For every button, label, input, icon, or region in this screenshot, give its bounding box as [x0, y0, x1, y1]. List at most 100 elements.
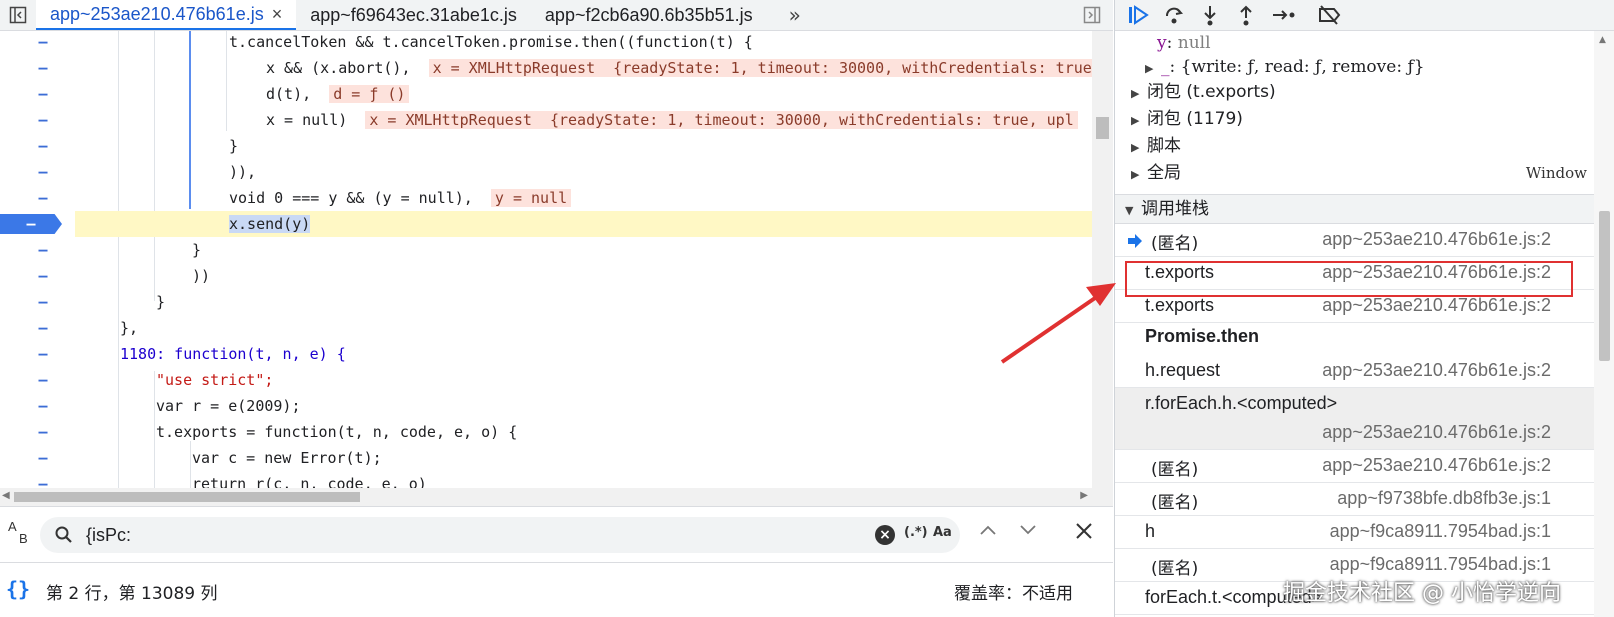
- resume-icon[interactable]: [1125, 3, 1151, 27]
- tab-file-3[interactable]: app~f2cb6a90.6b35b51.js: [530, 0, 767, 30]
- tab-file-1-label: app~253ae210.476b61e.js: [50, 3, 264, 24]
- call-frame-4[interactable]: r.forEach.h.<computed> app~253ae210.476b…: [1115, 388, 1595, 450]
- toggle-navigator-icon[interactable]: [0, 0, 36, 30]
- line-gutter[interactable]: –: [0, 107, 76, 133]
- line-gutter[interactable]: –: [0, 133, 76, 159]
- expand-triangle-icon[interactable]: ▶: [1145, 55, 1161, 82]
- expand-triangle-icon[interactable]: ▶: [1131, 161, 1147, 188]
- scrollbar-thumb[interactable]: [1096, 117, 1109, 139]
- scope-global[interactable]: ▶ 全局 Window: [1115, 160, 1595, 187]
- line-gutter[interactable]: –: [0, 237, 76, 263]
- toggle-debugger-icon[interactable]: [1081, 4, 1103, 26]
- line-gutter[interactable]: –: [0, 55, 76, 81]
- frame-location[interactable]: app~253ae210.476b61e.js:2: [1322, 360, 1551, 381]
- scope-closure-exports[interactable]: ▶ 闭包 (t.exports): [1115, 79, 1595, 106]
- line-gutter[interactable]: –: [0, 185, 76, 211]
- close-search-icon[interactable]: [1074, 521, 1094, 545]
- line-gutter[interactable]: –: [0, 419, 76, 445]
- scroll-right-icon[interactable]: ▶: [1080, 490, 1088, 501]
- frame-location[interactable]: app~253ae210.476b61e.js:2: [1322, 422, 1551, 443]
- line-gutter[interactable]: –: [0, 341, 76, 367]
- frame-location[interactable]: app~f9738bfe.db8fb3e.js:1: [1337, 488, 1551, 509]
- line-gutter[interactable]: –: [0, 445, 76, 471]
- next-match-icon[interactable]: [1018, 523, 1038, 541]
- regex-toggle[interactable]: (.*): [904, 525, 928, 540]
- call-frame-5[interactable]: (匿名) app~253ae210.476b61e.js:2: [1115, 450, 1595, 483]
- collapse-triangle-icon[interactable]: ▼: [1125, 197, 1141, 225]
- line-gutter[interactable]: –: [0, 159, 76, 185]
- expand-triangle-icon[interactable]: ▶: [1131, 107, 1147, 134]
- var-name: y: [1157, 33, 1167, 53]
- expand-triangle-icon[interactable]: ▶: [1131, 134, 1147, 161]
- previous-match-icon[interactable]: [978, 523, 998, 541]
- code-line-paused[interactable]: – x.send(y): [0, 211, 1092, 237]
- code-line[interactable]: – d(t), d = ƒ (): [0, 81, 1092, 107]
- scope-var-y[interactable]: y: null: [1115, 30, 1595, 57]
- call-frame-0[interactable]: (匿名) app~253ae210.476b61e.js:2: [1115, 224, 1595, 257]
- code-line[interactable]: – var c = new Error(t);: [0, 445, 1092, 471]
- match-case-toggle[interactable]: Aa: [933, 525, 952, 540]
- code-line[interactable]: – )),: [0, 159, 1092, 185]
- scope-var-underscore[interactable]: ▶ _: {write: ƒ, read: ƒ, remove: ƒ}: [1115, 54, 1595, 81]
- call-stack-header[interactable]: ▼ 调用堆栈: [1115, 194, 1595, 224]
- search-input[interactable]: {isPc: × (.*) Aa: [40, 517, 960, 553]
- line-gutter[interactable]: –: [0, 393, 76, 419]
- tab-close-icon[interactable]: ×: [272, 4, 283, 25]
- code-line[interactable]: – x = null) x = XMLHttpRequest {readySta…: [0, 107, 1092, 133]
- frame-location[interactable]: app~253ae210.476b61e.js:2: [1322, 295, 1551, 316]
- step-into-icon[interactable]: [1197, 3, 1223, 27]
- breakpoint-marker[interactable]: –: [0, 214, 62, 234]
- scroll-left-icon[interactable]: ◀: [2, 490, 10, 501]
- code-line[interactable]: – }: [0, 289, 1092, 315]
- line-gutter[interactable]: –: [0, 289, 76, 315]
- line-gutter[interactable]: –: [0, 315, 76, 341]
- editor-horizontal-scrollbar[interactable]: ◀ ▶: [0, 488, 1092, 506]
- code-line[interactable]: – x && (x.abort(), x = XMLHttpRequest {r…: [0, 55, 1113, 81]
- more-tabs-icon[interactable]: »: [767, 0, 810, 30]
- scrollbar-thumb[interactable]: [1599, 211, 1610, 361]
- scope-closure-1179[interactable]: ▶ 闭包 (1179): [1115, 106, 1595, 133]
- editor-vertical-scrollbar[interactable]: [1092, 31, 1113, 506]
- code-view[interactable]: – t.cancelToken && t.cancelToken.promise…: [0, 31, 1113, 506]
- code-line[interactable]: – t.exports = function(t, n, code, e, o)…: [0, 419, 1092, 445]
- frame-location[interactable]: app~253ae210.476b61e.js:2: [1322, 455, 1551, 476]
- pretty-print-icon[interactable]: {}: [6, 577, 30, 601]
- call-frame-7[interactable]: h app~f9ca8911.7954bad.js:1: [1115, 516, 1595, 549]
- call-frame-6[interactable]: (匿名) app~f9738bfe.db8fb3e.js:1: [1115, 483, 1595, 516]
- code-text: x = null) x = XMLHttpRequest {readyState…: [266, 107, 1078, 133]
- line-gutter[interactable]: –: [0, 263, 76, 289]
- line-gutter[interactable]: –: [0, 31, 76, 55]
- code-line[interactable]: – var r = e(2009);: [0, 393, 1092, 419]
- code-line[interactable]: – 1180: function(t, n, e) {: [0, 341, 1092, 367]
- call-frame-2[interactable]: t.exports app~253ae210.476b61e.js:2: [1115, 290, 1595, 323]
- step-over-icon[interactable]: [1161, 3, 1187, 27]
- frame-location[interactable]: app~f9ca8911.7954bad.js:1: [1330, 521, 1551, 542]
- tab-file-1[interactable]: app~253ae210.476b61e.js ×: [36, 0, 297, 30]
- replace-toggle-icon[interactable]: A B: [8, 520, 32, 545]
- frame-location[interactable]: app~253ae210.476b61e.js:2: [1322, 262, 1551, 283]
- code-line[interactable]: – }: [0, 237, 1092, 263]
- clear-search-icon[interactable]: ×: [875, 525, 895, 545]
- step-out-icon[interactable]: [1233, 3, 1259, 27]
- scrollbar-thumb[interactable]: [14, 492, 360, 502]
- call-frame-1[interactable]: t.exports app~253ae210.476b61e.js:2: [1115, 257, 1595, 290]
- editor-tab-bar: app~253ae210.476b61e.js × app~f69643ec.3…: [0, 0, 1113, 31]
- expand-triangle-icon[interactable]: ▶: [1131, 80, 1147, 107]
- call-frame-3[interactable]: h.request app~253ae210.476b61e.js:2: [1115, 355, 1595, 388]
- code-line[interactable]: – void 0 === y && (y = null), y = null: [0, 185, 1092, 211]
- tab-file-2[interactable]: app~f69643ec.31abe1c.js: [296, 0, 531, 30]
- code-line[interactable]: – },: [0, 315, 1092, 341]
- sidebar-vertical-scrollbar[interactable]: ▲: [1594, 31, 1614, 617]
- code-line[interactable]: – }: [0, 133, 1092, 159]
- code-line[interactable]: – t.cancelToken && t.cancelToken.promise…: [0, 31, 1092, 55]
- scroll-up-icon[interactable]: ▲: [1599, 35, 1606, 45]
- line-gutter[interactable]: –: [0, 81, 76, 107]
- scope-script[interactable]: ▶ 脚本: [1115, 133, 1595, 160]
- code-line[interactable]: – )): [0, 263, 1092, 289]
- frame-location[interactable]: app~f9ca8911.7954bad.js:1: [1330, 554, 1551, 575]
- step-icon[interactable]: [1271, 3, 1297, 27]
- code-line[interactable]: – "use strict";: [0, 367, 1092, 393]
- deactivate-breakpoints-icon[interactable]: [1317, 3, 1343, 27]
- frame-location[interactable]: app~253ae210.476b61e.js:2: [1322, 229, 1551, 250]
- line-gutter[interactable]: –: [0, 367, 76, 393]
